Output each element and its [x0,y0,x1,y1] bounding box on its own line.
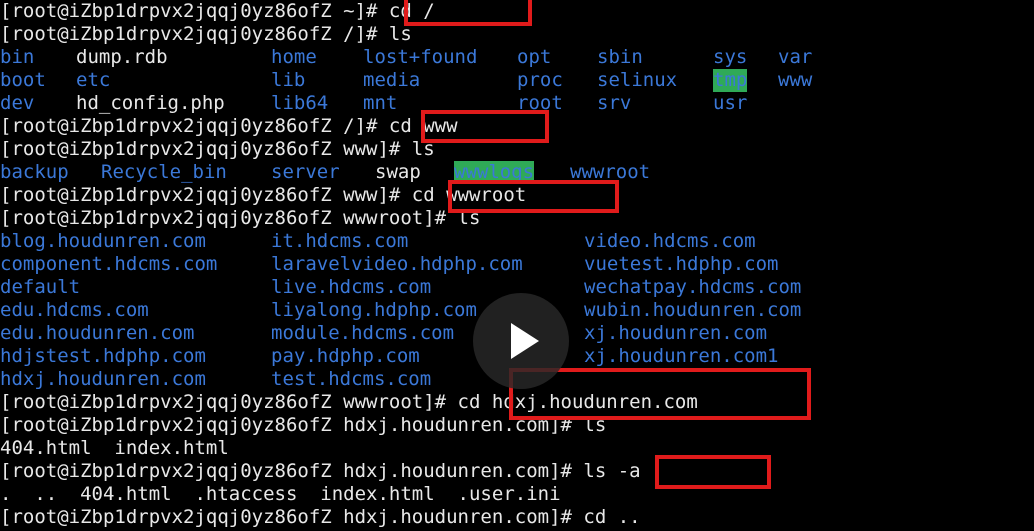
terminal-text: 404.html index.html [0,437,229,459]
directory-name: component.hdcms.com [0,253,218,275]
directory-name: live.hdcms.com [271,276,432,298]
directory-name: Recycle_bin [101,161,227,183]
directory-name: mnt [363,92,398,114]
annotation-box-cd-wwwroot [448,180,619,213]
terminal-window[interactable]: [root@iZbp1drpvx2jqqj0yz86ofZ ~]# cd / [r… [0,0,1034,531]
directory-name: hdxj.houdunren.com [0,368,206,390]
directory-name: pay.hdphp.com [271,345,420,367]
terminal-line: [root@iZbp1drpvx2jqqj0yz86ofZ /]# ls [0,23,1034,46]
directory-name: dev [0,92,35,114]
directory-name: boot [0,69,46,91]
annotation-box-cd-root [404,0,532,26]
directory-name: www [778,69,813,91]
terminal-text: [root@iZbp1drpvx2jqqj0yz86ofZ ~]# cd / [0,0,435,22]
terminal-line: component.hdcms.com laravelvideo.hdphp.co… [0,253,1034,276]
directory-name: server [271,161,340,183]
terminal-text: . .. 404.html .htaccess index.html .user… [0,483,561,505]
directory-name: it.hdcms.com [271,230,409,252]
directory-name: lib64 [271,92,329,114]
terminal-line: [root@iZbp1drpvx2jqqj0yz86ofZ hdxj.houdu… [0,460,1034,483]
terminal-text: swap [375,161,421,183]
directory-name: video.hdcms.com [584,230,756,252]
directory-name: edu.houdunren.com [0,322,195,344]
directory-name: opt [517,46,552,68]
terminal-line: bin dump.rdb home lost+found opt sbin sys var [0,46,1034,69]
highlighted-directory-name: tmp [713,69,748,92]
terminal-line: 404.html index.html [0,437,1034,460]
directory-name: hdjstest.hdphp.com [0,345,206,367]
play-icon [511,323,539,359]
directory-name: vuetest.hdphp.com [584,253,779,275]
terminal-text: dump.rdb [76,46,168,68]
directory-name: xj.houdunren.com [584,322,768,344]
directory-name: module.hdcms.com [271,322,455,344]
terminal-text: [root@iZbp1drpvx2jqqj0yz86ofZ wwwroot]# … [0,207,481,229]
terminal-text: [root@iZbp1drpvx2jqqj0yz86ofZ hdxj.houdu… [0,460,641,482]
terminal-line: boot etc lib media proc selinux tmp www [0,69,1034,92]
directory-name: usr [713,92,748,114]
annotation-box-cd-www [421,110,549,143]
directory-name: home [271,46,317,68]
directory-name: media [363,69,421,91]
directory-name: default [0,276,81,298]
directory-name: selinux [597,69,678,91]
directory-name: var [778,46,813,68]
directory-name: wubin.houdunren.com [584,299,802,321]
directory-name: blog.houdunren.com [0,230,206,252]
directory-name: sys [713,46,748,68]
directory-name: backup [0,161,69,183]
directory-name: lib [271,69,306,91]
directory-name: bin [0,46,35,68]
directory-name: proc [517,69,563,91]
directory-name: sbin [597,46,643,68]
directory-name: etc [76,69,111,91]
directory-name: xj.houdunren.com1 [584,345,779,367]
directory-name: lost+found [363,46,478,68]
terminal-text: [root@iZbp1drpvx2jqqj0yz86ofZ /]# ls [0,23,412,45]
directory-name: laravelvideo.hdphp.com [271,253,523,275]
directory-name: test.hdcms.com [271,368,432,390]
directory-name: liyalong.hdphp.com [271,299,477,321]
terminal-line: blog.houdunren.com it.hdcms.com video.hdcm… [0,230,1034,253]
terminal-line: [root@iZbp1drpvx2jqqj0yz86ofZ hdxj.houdu… [0,506,1034,529]
terminal-text: hd_config.php [76,92,225,114]
annotation-box-ls-a [655,455,771,489]
terminal-line: . .. 404.html .htaccess index.html .user… [0,483,1034,506]
terminal-text: [root@iZbp1drpvx2jqqj0yz86ofZ /]# cd www [0,115,458,137]
terminal-text: [root@iZbp1drpvx2jqqj0yz86ofZ hdxj.houdu… [0,506,641,528]
video-play-button[interactable] [473,293,569,389]
directory-name: wechatpay.hdcms.com [584,276,802,298]
terminal-text: [root@iZbp1drpvx2jqqj0yz86ofZ www]# ls [0,138,435,160]
directory-name: edu.hdcms.com [0,299,149,321]
directory-name: srv [597,92,632,114]
